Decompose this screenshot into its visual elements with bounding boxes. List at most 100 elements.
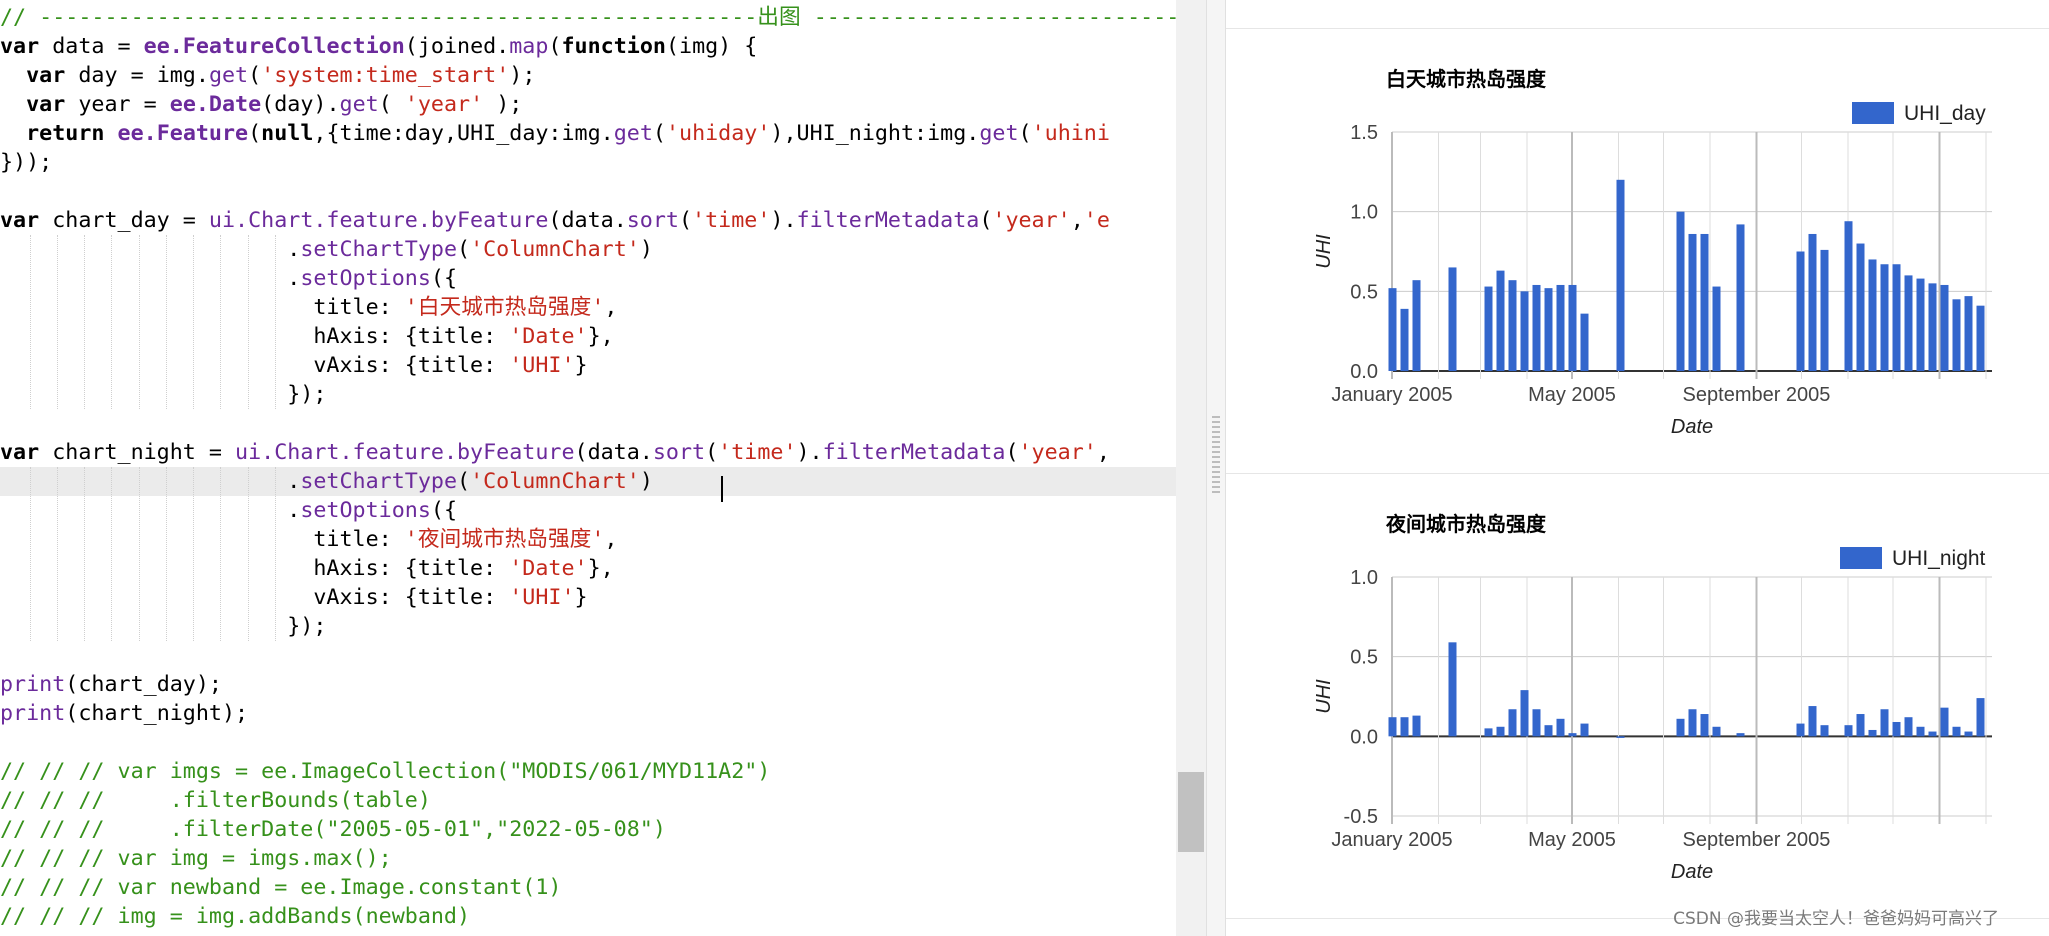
code-line[interactable]: var day = img.get('system:time_start'); bbox=[0, 61, 535, 90]
bar[interactable] bbox=[1484, 728, 1493, 737]
bar[interactable] bbox=[1520, 291, 1529, 371]
bar[interactable] bbox=[1400, 308, 1409, 371]
code-line[interactable]: return ee.Feature(null,{time:day,UHI_day… bbox=[0, 119, 1110, 148]
bar[interactable] bbox=[1484, 286, 1493, 371]
bar[interactable] bbox=[1448, 642, 1457, 737]
code-line[interactable]: print(chart_day); bbox=[0, 670, 222, 699]
bar[interactable] bbox=[1904, 275, 1913, 371]
bar[interactable] bbox=[1820, 725, 1829, 737]
bar[interactable] bbox=[1700, 233, 1709, 371]
bar[interactable] bbox=[1400, 717, 1409, 737]
bar[interactable] bbox=[1928, 283, 1937, 371]
bar[interactable] bbox=[1532, 284, 1541, 371]
code-line[interactable]: hAxis: {title: 'Date'}, bbox=[0, 322, 613, 351]
bar[interactable] bbox=[1700, 714, 1709, 737]
code-line[interactable]: // // // img = img.addBands(newband) bbox=[0, 902, 470, 931]
bar[interactable] bbox=[1580, 313, 1589, 371]
bar[interactable] bbox=[1844, 725, 1853, 737]
bar[interactable] bbox=[1616, 179, 1625, 371]
scrollbar-thumb[interactable] bbox=[1178, 772, 1204, 852]
bar[interactable] bbox=[1412, 280, 1421, 371]
bar[interactable] bbox=[1688, 233, 1697, 371]
code-line[interactable]: .setChartType('ColumnChart') bbox=[0, 467, 1176, 496]
code-line[interactable]: vAxis: {title: 'UHI'} bbox=[0, 583, 587, 612]
bar[interactable] bbox=[1844, 221, 1853, 371]
bar[interactable] bbox=[1388, 288, 1397, 371]
bar[interactable] bbox=[1616, 736, 1625, 738]
bar[interactable] bbox=[1952, 726, 1961, 737]
bar[interactable] bbox=[1904, 717, 1913, 737]
legend[interactable]: UHI_night bbox=[1840, 547, 1986, 570]
code-line[interactable]: })); bbox=[0, 148, 52, 177]
bar[interactable] bbox=[1712, 726, 1721, 737]
code-line[interactable]: var year = ee.Date(day).get( 'year' ); bbox=[0, 90, 522, 119]
code-line[interactable]: var data = ee.FeatureCollection(joined.m… bbox=[0, 32, 757, 61]
code-line[interactable]: .setChartType('ColumnChart') bbox=[0, 235, 653, 264]
bar[interactable] bbox=[1496, 270, 1505, 371]
bar[interactable] bbox=[1568, 284, 1577, 371]
bar[interactable] bbox=[1508, 280, 1517, 371]
bar[interactable] bbox=[1676, 211, 1685, 371]
code-line[interactable]: .setOptions({ bbox=[0, 264, 457, 293]
bar[interactable] bbox=[1676, 718, 1685, 737]
bar[interactable] bbox=[1880, 264, 1889, 371]
editor-scrollbar[interactable] bbox=[1176, 0, 1206, 936]
code-line[interactable]: // // // var newband = ee.Image.constant… bbox=[0, 873, 561, 902]
bar[interactable] bbox=[1736, 224, 1745, 371]
bar[interactable] bbox=[1532, 709, 1541, 737]
code-line[interactable]: var chart_day = ui.Chart.feature.byFeatu… bbox=[0, 206, 1110, 235]
code-line[interactable]: // // // .filterBounds(table) bbox=[0, 786, 431, 815]
bar[interactable] bbox=[1580, 723, 1589, 737]
code-line[interactable]: var chart_night = ui.Chart.feature.byFea… bbox=[0, 438, 1110, 467]
code-line[interactable]: }); bbox=[0, 612, 326, 641]
code-line[interactable]: title: '白天城市热岛强度', bbox=[0, 293, 617, 322]
bar[interactable] bbox=[1880, 709, 1889, 737]
bar[interactable] bbox=[1808, 706, 1817, 737]
bar[interactable] bbox=[1928, 731, 1937, 737]
bar[interactable] bbox=[1712, 286, 1721, 371]
code-line[interactable]: // // // var imgs = ee.ImageCollection("… bbox=[0, 757, 770, 786]
bar[interactable] bbox=[1796, 723, 1805, 737]
bar[interactable] bbox=[1856, 714, 1865, 737]
bar[interactable] bbox=[1544, 725, 1553, 737]
bar[interactable] bbox=[1496, 726, 1505, 737]
panel-splitter[interactable] bbox=[1206, 0, 1226, 936]
code-line[interactable]: .setOptions({ bbox=[0, 496, 457, 525]
legend[interactable]: UHI_day bbox=[1852, 102, 1986, 125]
code-line[interactable]: vAxis: {title: 'UHI'} bbox=[0, 351, 587, 380]
bar[interactable] bbox=[1952, 299, 1961, 371]
bar[interactable] bbox=[1556, 284, 1565, 371]
code-editor[interactable]: // -------------------------------------… bbox=[0, 0, 1176, 936]
bar[interactable] bbox=[1964, 731, 1973, 737]
bar[interactable] bbox=[1940, 707, 1949, 737]
bar[interactable] bbox=[1808, 233, 1817, 371]
splitter-grip-icon[interactable] bbox=[1212, 416, 1220, 496]
bar[interactable] bbox=[1736, 733, 1745, 737]
bar[interactable] bbox=[1688, 709, 1697, 737]
bar[interactable] bbox=[1976, 698, 1985, 737]
bar[interactable] bbox=[1856, 243, 1865, 371]
bar[interactable] bbox=[1868, 729, 1877, 737]
bar[interactable] bbox=[1964, 296, 1973, 371]
bar[interactable] bbox=[1448, 267, 1457, 371]
code-line[interactable]: // // // var img = imgs.max(); bbox=[0, 844, 392, 873]
bar[interactable] bbox=[1940, 284, 1949, 371]
bar[interactable] bbox=[1568, 733, 1577, 737]
bar[interactable] bbox=[1544, 288, 1553, 371]
code-line[interactable]: // // // .filterDate("2005-05-01","2022-… bbox=[0, 815, 666, 844]
bar[interactable] bbox=[1556, 718, 1565, 737]
bar[interactable] bbox=[1796, 251, 1805, 372]
bar[interactable] bbox=[1520, 690, 1529, 737]
code-line[interactable]: print(chart_night); bbox=[0, 699, 248, 728]
bar[interactable] bbox=[1508, 709, 1517, 737]
bar[interactable] bbox=[1976, 305, 1985, 371]
code-line[interactable]: hAxis: {title: 'Date'}, bbox=[0, 554, 613, 583]
bar[interactable] bbox=[1820, 249, 1829, 371]
bar[interactable] bbox=[1388, 717, 1397, 737]
bar[interactable] bbox=[1916, 278, 1925, 371]
bar[interactable] bbox=[1916, 726, 1925, 737]
bar[interactable] bbox=[1412, 715, 1421, 737]
code-line[interactable]: }); bbox=[0, 380, 326, 409]
bar[interactable] bbox=[1892, 721, 1901, 737]
bar[interactable] bbox=[1868, 259, 1877, 371]
